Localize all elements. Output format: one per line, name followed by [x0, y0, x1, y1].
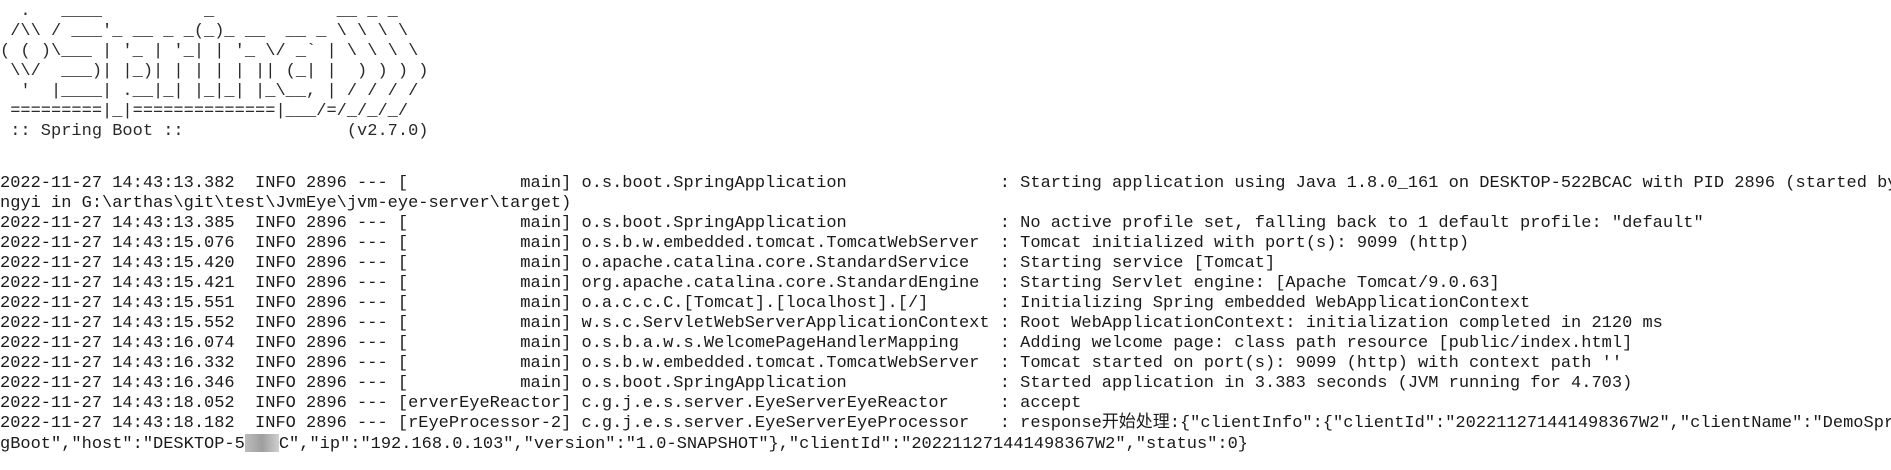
log-line: 2022-11-27 14:43:16.074 INFO 2896 --- [ … [0, 334, 1633, 353]
spring-banner: . ____ _ __ _ _ /\\ / ___'_ __ _ _(_)_ _… [0, 2, 428, 142]
spring-boot-version-line: :: Spring Boot :: (v2.7.0) [0, 122, 429, 141]
log-line: 2022-11-27 14:43:15.551 INFO 2896 --- [ … [0, 294, 1531, 313]
log-line: 2022-11-27 14:43:13.385 INFO 2896 --- [ … [0, 214, 1704, 233]
log-line: ngyi in G:\arthas\git\test\JvmEye\jvm-ey… [0, 194, 572, 213]
log-line-last: gBoot","host":"DESKTOP-5 C","ip":"192.168… [0, 434, 1891, 454]
log-line: 2022-11-27 14:43:18.182 INFO 2896 --- [r… [0, 414, 1891, 433]
log-text-after-redaction: C","ip":"192.168.0.103","version":"1.0-S… [278, 435, 1249, 454]
log-line: 2022-11-27 14:43:15.421 INFO 2896 --- [ … [0, 274, 1500, 293]
redaction-block [244, 434, 279, 452]
log-text-before-redaction: gBoot","host":"DESKTOP-5 [0, 435, 245, 454]
log-output: 2022-11-27 14:43:13.382 INFO 2896 --- [ … [0, 174, 1891, 454]
log-line: 2022-11-27 14:43:15.552 INFO 2896 --- [ … [0, 314, 1663, 333]
log-line: 2022-11-27 14:43:15.076 INFO 2896 --- [ … [0, 234, 1470, 253]
log-line: 2022-11-27 14:43:16.332 INFO 2896 --- [ … [0, 354, 1623, 373]
log-line: 2022-11-27 14:43:15.420 INFO 2896 --- [ … [0, 254, 1276, 273]
console-window: . ____ _ __ _ _ /\\ / ___'_ __ _ _(_)_ _… [0, 0, 1891, 470]
spring-ascii-logo: . ____ _ __ _ _ /\\ / ___'_ __ _ _(_)_ _… [0, 2, 429, 121]
log-line: 2022-11-27 14:43:13.382 INFO 2896 --- [ … [0, 174, 1891, 193]
log-line: 2022-11-27 14:43:18.052 INFO 2896 --- [e… [0, 394, 1082, 413]
log-line: 2022-11-27 14:43:16.346 INFO 2896 --- [ … [0, 374, 1633, 393]
